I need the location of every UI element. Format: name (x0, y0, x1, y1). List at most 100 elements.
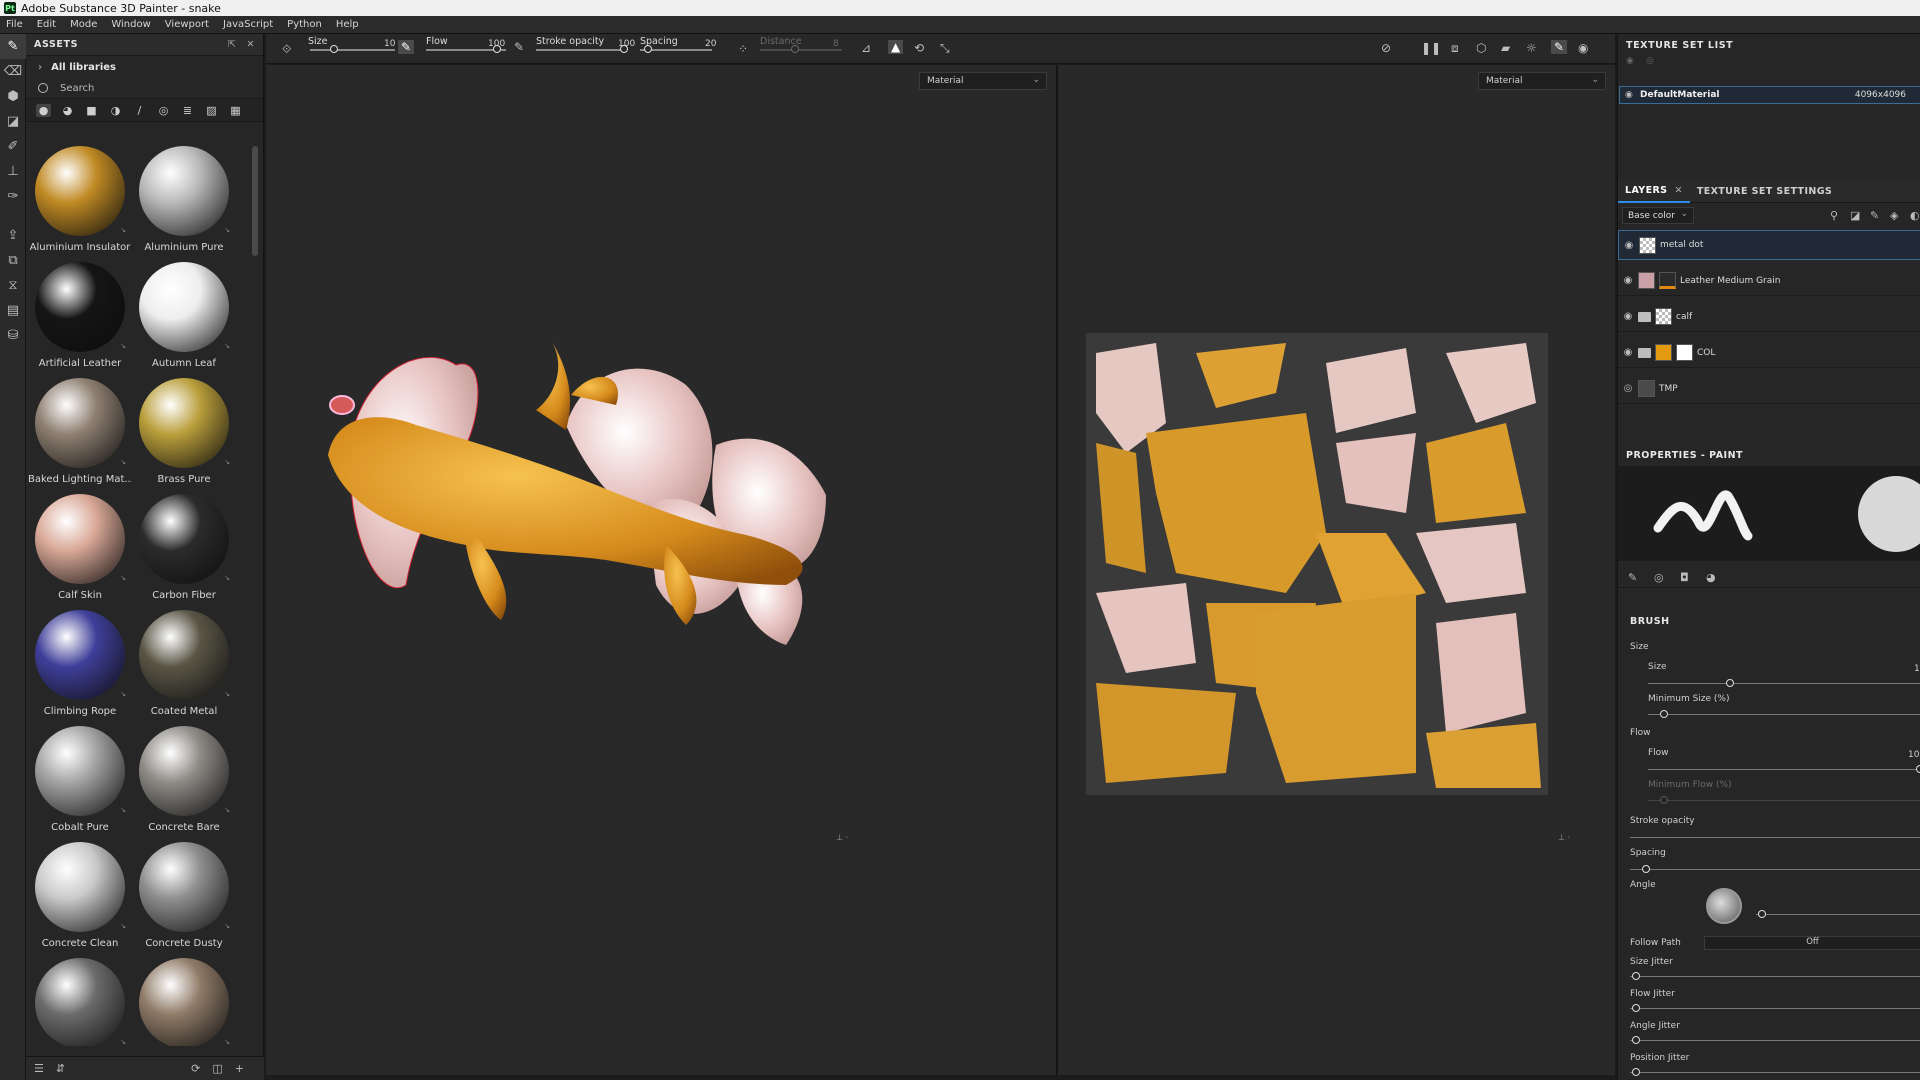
add-paint-layer-icon[interactable]: ✎ (1870, 209, 1879, 222)
assets-scrollbar[interactable] (252, 146, 258, 256)
menu-edit[interactable]: Edit (37, 19, 56, 30)
size-slider[interactable] (310, 49, 395, 51)
material-tile[interactable]: ↘ Aluminium Pure (132, 146, 236, 262)
angle-jitter-handle[interactable] (1632, 1036, 1640, 1044)
alpha-tab-icon[interactable]: ◕ (1706, 571, 1716, 584)
close-icon[interactable]: ✕ (246, 39, 255, 50)
viewport-split-icon[interactable]: ⧈ (1451, 41, 1459, 56)
pause-icon[interactable]: ❚❚ (1421, 41, 1441, 55)
light-icon[interactable]: ☼ (1526, 41, 1537, 55)
flow-jitter-handle[interactable] (1632, 1004, 1640, 1012)
eye-icon[interactable]: ◉ (1619, 240, 1639, 251)
material-tab-icon[interactable]: ◎ (1654, 571, 1664, 584)
flow-pressure-icon[interactable]: ✎ (514, 40, 524, 54)
angle-slider-handle[interactable] (1758, 910, 1766, 918)
layer-row[interactable]: ◉ COL (1618, 338, 1920, 368)
size-jitter-handle[interactable] (1632, 972, 1640, 980)
flow-value[interactable]: 10 (1908, 750, 1919, 760)
snake-model[interactable] (266, 65, 1056, 1075)
spacing-slider[interactable] (1630, 869, 1920, 870)
viewport-2d-mode-select[interactable]: Material ⌄ (1478, 72, 1606, 90)
eye-icon[interactable]: ◉ (1618, 275, 1638, 286)
angle-dial[interactable] (1706, 888, 1742, 924)
size-jitter-slider[interactable] (1630, 976, 1920, 977)
projection-icon[interactable]: ⬢ (0, 84, 26, 109)
material-tile[interactable]: ↘ Concrete Dusty (132, 842, 236, 958)
toolbar-size-value[interactable]: 10 (384, 39, 395, 49)
angle-jitter-slider[interactable] (1630, 1040, 1920, 1041)
lazy-mouse-icon[interactable]: ⁘ (738, 42, 748, 56)
layer-row[interactable]: ◎ TMP (1618, 374, 1920, 404)
size-slider-handle[interactable] (330, 45, 338, 53)
opacity-slider-handle[interactable] (620, 45, 628, 53)
add-fill-layer-icon[interactable]: ◈ (1890, 209, 1898, 222)
list-view-icon[interactable]: ☰ (34, 1062, 44, 1075)
material-tile[interactable]: ↘ Baked Lighting Mat... (28, 378, 132, 494)
material-tile[interactable]: ↘ (28, 958, 132, 1046)
min-size-slider-handle[interactable] (1660, 710, 1668, 718)
add-mask-icon[interactable]: ◪ (1850, 209, 1860, 222)
refresh-icon[interactable]: ⟳ (191, 1062, 200, 1075)
sort-icon[interactable]: ⇵ (56, 1062, 65, 1075)
uv-texture-map[interactable] (1086, 333, 1548, 795)
cube-view-icon[interactable]: ⬡ (1476, 41, 1486, 55)
material-tile[interactable]: ↘ Carbon Fiber (132, 494, 236, 610)
tab-layers[interactable]: LAYERS ✕ (1618, 181, 1690, 203)
flow-slider-handle[interactable] (493, 45, 501, 53)
smart-materials-filter-icon[interactable]: ◕ (60, 104, 75, 117)
transform-icon[interactable]: ⤡ (940, 41, 950, 56)
stroke-opacity-slider[interactable] (1630, 837, 1920, 838)
texture-set-row[interactable]: ◉ DefaultMaterial 4096x4096 (1619, 86, 1920, 104)
add-folder-icon[interactable]: ◐ (1910, 209, 1920, 222)
visibility-all-icon[interactable]: ◉ (1626, 56, 1634, 66)
menu-viewport[interactable]: Viewport (165, 19, 209, 30)
material-tile[interactable]: ↘ Aluminium Insulator (28, 146, 132, 262)
color-picker-icon[interactable]: ✑ (0, 184, 26, 209)
float-panel-icon[interactable]: ⇱ (228, 39, 237, 50)
layer-row[interactable]: ◉ Leather Medium Grain (1618, 266, 1920, 296)
spacing-slider-handle[interactable] (644, 45, 652, 53)
visibility-toggle-icon[interactable]: ◎ (1646, 56, 1654, 66)
menu-javascript[interactable]: JavaScript (223, 19, 273, 30)
material-tile[interactable]: ↘ Calf Skin (28, 494, 132, 610)
material-tile[interactable]: ↘ Climbing Rope (28, 610, 132, 726)
position-jitter-slider[interactable] (1630, 1072, 1920, 1073)
eye-icon[interactable]: ◉ (1625, 90, 1633, 100)
channel-select[interactable]: Base color ⌄ (1622, 207, 1694, 224)
angle-slider[interactable] (1756, 914, 1920, 915)
procedurals-filter-icon[interactable]: ◑ (108, 104, 123, 117)
menu-file[interactable]: File (6, 19, 23, 30)
position-jitter-handle[interactable] (1632, 1068, 1640, 1076)
import-icon[interactable]: ◫ (212, 1062, 222, 1075)
follow-path-toggle[interactable]: Off (1704, 936, 1920, 950)
environments-filter-icon[interactable]: ▨ (204, 104, 219, 117)
paint-brush-icon[interactable]: ✎ (0, 34, 26, 59)
layer-row[interactable]: ◉ metal dot (1618, 230, 1920, 260)
display-settings-icon[interactable]: ⧉ (0, 248, 26, 273)
grid-view-icon[interactable]: ▦ (228, 104, 243, 117)
flow-slider[interactable] (1648, 769, 1920, 770)
eraser-icon[interactable]: ⌫ (0, 59, 26, 84)
filters-filter-icon[interactable]: ≣ (180, 104, 195, 117)
brush-tab-icon[interactable]: ✎ (1628, 571, 1637, 584)
history-icon[interactable]: ⧖ (0, 273, 26, 298)
size-slider[interactable] (1648, 683, 1920, 684)
symmetry-icon[interactable]: ⊿ (861, 41, 871, 55)
toolbar-spacing-value[interactable]: 20 (705, 39, 716, 49)
flow-jitter-slider[interactable] (1630, 1008, 1920, 1009)
viewport-2d[interactable]: Material ⌄ ⊥ · (1058, 65, 1615, 1075)
clone-stamp-icon[interactable]: ⊥ (0, 159, 26, 184)
paint-mode-icon[interactable]: ✎ (1551, 40, 1568, 54)
brushes-filter-icon[interactable]: / (132, 104, 147, 117)
bake-icon[interactable]: ⇪ (0, 223, 26, 248)
screenshot-icon[interactable]: ◉ (1578, 41, 1588, 55)
log-icon[interactable]: ▤ (0, 298, 26, 323)
eye-hidden-icon[interactable]: ◎ (1618, 383, 1638, 394)
materials-filter-icon[interactable]: ● (36, 103, 51, 117)
material-tile[interactable]: ↘ Artificial Leather (28, 262, 132, 378)
hide-icon[interactable]: ⊘ (1381, 41, 1391, 55)
material-tile[interactable]: ↘ Concrete Clean (28, 842, 132, 958)
polygon-fill-icon[interactable]: ◪ (0, 109, 26, 134)
shelf-icon[interactable]: ⛁ (0, 323, 26, 348)
close-icon[interactable]: ✕ (1674, 185, 1682, 196)
